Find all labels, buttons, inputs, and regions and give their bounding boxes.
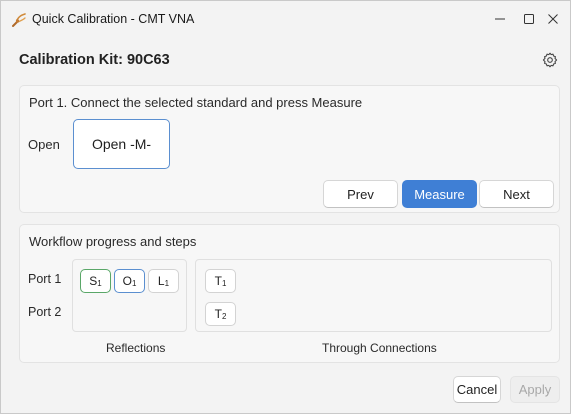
step-open-port1[interactable]: O1: [114, 269, 145, 293]
close-button[interactable]: [535, 1, 571, 37]
next-button[interactable]: Next: [479, 180, 554, 208]
workflow-heading: Workflow progress and steps: [29, 234, 197, 249]
step-through-2[interactable]: T2: [205, 302, 236, 326]
cancel-button[interactable]: Cancel: [453, 376, 501, 403]
through-caption: Through Connections: [322, 341, 437, 355]
gear-icon[interactable]: [542, 52, 558, 68]
standard-card[interactable]: Open -M-: [73, 119, 170, 169]
step-letter: T: [214, 274, 222, 288]
vna-probe-icon: [12, 13, 26, 27]
standard-label: Open: [28, 137, 60, 152]
measure-button[interactable]: Measure: [402, 180, 477, 208]
quick-calibration-window: Quick Calibration - CMT VNA Calibration …: [0, 0, 571, 414]
step-through-1[interactable]: T1: [205, 269, 236, 293]
step-port-sub: 1: [221, 278, 227, 288]
reflections-group: S1 O1 L1: [72, 259, 187, 332]
measure-instruction: Port 1. Connect the selected standard an…: [29, 95, 363, 110]
prev-button[interactable]: Prev: [323, 180, 398, 208]
window-title: Quick Calibration - CMT VNA: [32, 12, 195, 26]
step-port-sub: 1: [164, 278, 170, 288]
maximize-icon: [524, 14, 534, 24]
step-letter: L: [157, 274, 165, 288]
minimize-icon: [495, 18, 505, 20]
close-icon: [548, 14, 558, 24]
step-port-sub: 1: [131, 278, 137, 288]
apply-button[interactable]: Apply: [510, 376, 560, 403]
step-port-sub: 1: [97, 278, 102, 288]
measure-panel: Port 1. Connect the selected standard an…: [19, 85, 560, 213]
step-letter: T: [214, 307, 222, 321]
step-load-port1[interactable]: L1: [148, 269, 179, 293]
reflections-caption: Reflections: [106, 341, 166, 355]
step-port-sub: 2: [221, 311, 227, 321]
title-bar[interactable]: Quick Calibration - CMT VNA: [1, 1, 570, 37]
step-letter: O: [122, 274, 132, 288]
workflow-panel: Workflow progress and steps Port 1 Port …: [19, 224, 560, 363]
step-letter: S: [89, 274, 98, 288]
step-short-port1[interactable]: S1: [80, 269, 111, 293]
port-2-label: Port 2: [28, 305, 62, 319]
port-1-label: Port 1: [28, 272, 62, 286]
through-group: T1 T2: [195, 259, 552, 332]
calibration-kit-title: Calibration Kit: 90C63: [19, 52, 170, 68]
